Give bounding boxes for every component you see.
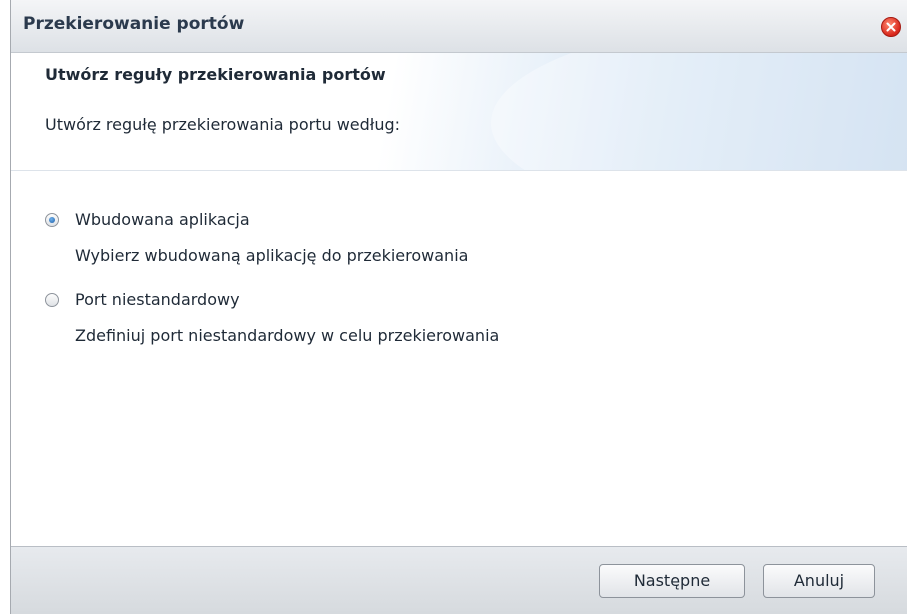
port-forwarding-dialog: Przekierowanie portów Utwórz reguły prze… [10, 0, 907, 614]
dialog-title: Przekierowanie portów [23, 14, 245, 34]
wizard-heading: Utwórz reguły przekierowania portów [45, 65, 386, 84]
option-custom-port-description: Zdefiniuj port niestandardowy w celu prz… [75, 326, 500, 345]
radio-custom-port[interactable] [45, 293, 59, 307]
next-button[interactable]: Następne [599, 564, 745, 598]
dialog-titlebar: Przekierowanie portów [11, 0, 907, 53]
wizard-header: Utwórz reguły przekierowania portów Utwó… [11, 53, 907, 171]
option-custom-port-label[interactable]: Port niestandardowy [75, 290, 240, 309]
wizard-subheading: Utwórz regułę przekierowania portu wedłu… [45, 115, 401, 134]
close-icon [886, 22, 896, 32]
cancel-button[interactable]: Anuluj [763, 564, 875, 598]
option-builtin-app-label[interactable]: Wbudowana aplikacja [75, 210, 250, 229]
close-button[interactable] [881, 17, 901, 37]
radio-builtin-app[interactable] [45, 213, 59, 227]
option-builtin-app-description: Wybierz wbudowaną aplikację do przekiero… [75, 246, 469, 265]
